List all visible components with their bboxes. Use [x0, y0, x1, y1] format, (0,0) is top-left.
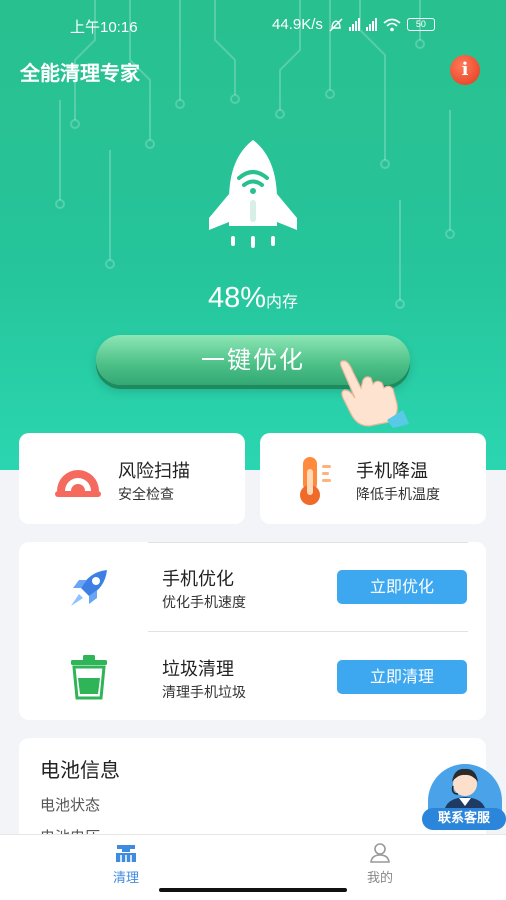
tab-clean[interactable]: 清理	[86, 843, 166, 886]
risk-scan-title: 风险扫描	[118, 461, 190, 482]
tab-mine[interactable]: 我的	[340, 843, 420, 886]
risk-scan-subtitle: 安全检查	[118, 487, 174, 503]
broom-icon	[116, 845, 136, 862]
mute-bell-icon	[329, 18, 343, 31]
phone-cooling-title: 手机降温	[356, 461, 428, 482]
divider	[148, 542, 468, 543]
trash-icon	[71, 655, 107, 700]
tab-clean-label: 清理	[112, 871, 139, 886]
phone-cooling-card[interactable]: 手机降温 降低手机温度	[260, 433, 486, 524]
status-time: 上午10:16	[70, 19, 138, 36]
risk-scan-card[interactable]: 风险扫描 安全检查	[19, 433, 245, 524]
battery-icon: 50	[406, 18, 435, 31]
memory-label: 内存	[266, 292, 299, 311]
rocket-icon	[209, 140, 297, 248]
junk-clean-subtitle: 清理手机垃圾	[162, 685, 246, 701]
phone-optimize-title: 手机优化	[162, 569, 234, 590]
memory-usage: 48%内存	[0, 282, 506, 315]
pointing-hand-icon	[339, 360, 409, 428]
tools-card: 手机优化 优化手机速度 立即优化 垃圾清理 清理手机垃圾 立即清理	[19, 542, 486, 720]
home-indicator	[159, 888, 347, 892]
signal-icon	[365, 18, 377, 31]
thermometer-icon	[300, 457, 331, 505]
status-bar: 上午10:16 44.9K/s 50	[0, 14, 506, 38]
status-icons: 44.9K/s 50	[272, 16, 435, 33]
phone-cooling-subtitle: 降低手机温度	[356, 487, 440, 503]
divider	[148, 631, 468, 632]
app-title: 全能清理专家	[20, 61, 140, 85]
agent-icon	[444, 768, 486, 812]
customer-service-button[interactable]: 联系客服	[422, 764, 506, 832]
battery-info-title: 电池信息	[40, 758, 120, 782]
battery-status-label: 电池状态	[40, 796, 101, 814]
phone-optimize-subtitle: 优化手机速度	[162, 595, 246, 611]
tab-mine-label: 我的	[366, 871, 393, 886]
agent-avatar	[428, 764, 502, 812]
junk-clean-title: 垃圾清理	[162, 659, 234, 680]
user-icon	[370, 843, 390, 863]
customer-service-label: 联系客服	[422, 808, 506, 830]
clean-now-button[interactable]: 立即清理	[337, 660, 467, 694]
rocket-icon	[71, 570, 107, 606]
network-speed: 44.9K/s	[272, 16, 323, 33]
optimize-now-button[interactable]: 立即优化	[337, 570, 467, 604]
wifi-icon	[383, 18, 401, 31]
memory-percent: 48%	[207, 282, 267, 314]
signal-icon	[348, 18, 360, 31]
radar-icon	[55, 470, 101, 497]
info-icon[interactable]: i	[450, 55, 480, 85]
